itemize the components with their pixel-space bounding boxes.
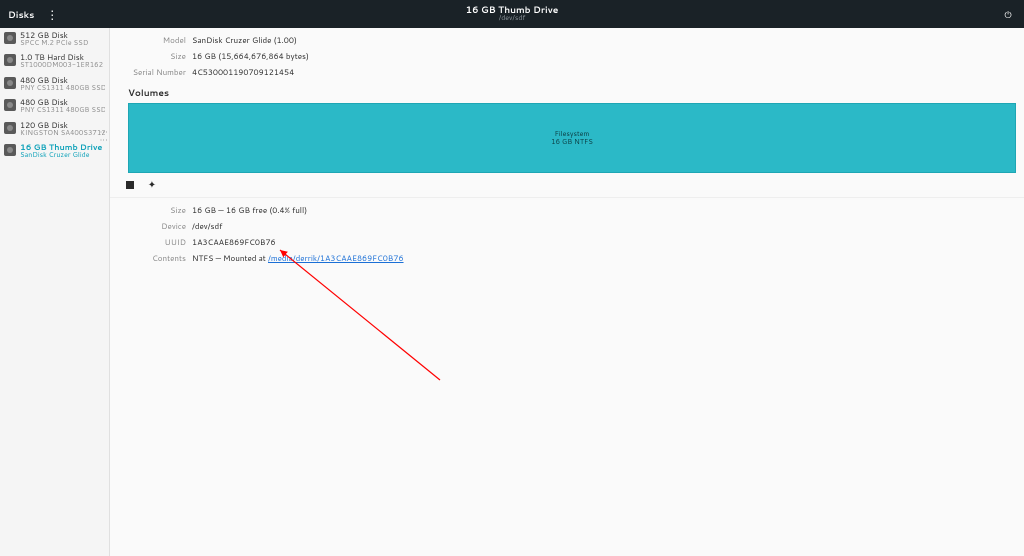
vol-device-label: Device xyxy=(128,220,192,232)
sidebar-resize-handle[interactable]: ⋮⋮ xyxy=(98,128,110,144)
disk-model: PNY CS1311 480GB SSD xyxy=(20,107,105,115)
vol-device-value: /dev/sdf xyxy=(192,220,222,232)
volume-subtitle: 16 GB NTFS xyxy=(551,138,593,146)
disk-item-5[interactable]: 16 GB Thumb DriveSanDisk Cruzer Glide xyxy=(0,140,109,162)
gear-icon: ✦ xyxy=(148,178,156,192)
disk-model: PNY CS1311 480GB SSD xyxy=(20,85,105,93)
serial-label: Serial Number xyxy=(128,66,192,78)
vol-uuid-value: 1A3CAAE869FC0B76 xyxy=(192,236,276,248)
disk-icon xyxy=(4,99,16,111)
disk-icon xyxy=(4,144,16,156)
vol-contents-value: NTFS — Mounted at /media/derrik/1A3CAAE8… xyxy=(192,252,404,264)
disk-icon xyxy=(4,32,16,44)
device-sidebar: 512 GB DiskSPCC M.2 PCIe SSD1.0 TB Hard … xyxy=(0,28,110,556)
volume-partition[interactable]: Filesystem 16 GB NTFS xyxy=(128,103,1016,173)
disk-icon xyxy=(4,77,16,89)
disk-icon xyxy=(4,122,16,134)
vol-size-value: 16 GB — 16 GB free (0.4% full) xyxy=(192,204,307,216)
drive-size-value: 16 GB (15,664,676,864 bytes) xyxy=(192,50,309,62)
volume-settings-button[interactable]: ✦ xyxy=(146,179,158,191)
contents-prefix: NTFS — Mounted at xyxy=(192,252,268,264)
serial-value: 4C530001190709121454 xyxy=(192,66,294,78)
disk-model: ST1000DM003-1ER162 xyxy=(20,62,103,70)
vol-contents-label: Contents xyxy=(128,252,192,264)
main-panel: Model SanDisk Cruzer Glide (1.00) Size 1… xyxy=(110,28,1024,556)
mount-point-link[interactable]: /media/derrik/1A3CAAE869FC0B76 xyxy=(268,252,404,264)
disk-icon xyxy=(4,54,16,66)
unmount-button[interactable] xyxy=(124,179,136,191)
drive-size-label: Size xyxy=(128,50,192,62)
disk-item-4[interactable]: 120 GB DiskKINGSTON SA400S37120G xyxy=(0,118,109,140)
header-title-block: 16 GB Thumb Drive /dev/sdf xyxy=(466,5,559,23)
app-name: Disks xyxy=(8,8,34,21)
disk-item-0[interactable]: 512 GB DiskSPCC M.2 PCIe SSD xyxy=(0,28,109,50)
stop-icon xyxy=(126,181,134,189)
header-bar: Disks ⋮ 16 GB Thumb Drive /dev/sdf ⏻ xyxy=(0,0,1024,28)
model-label: Model xyxy=(128,34,192,46)
hamburger-menu-button[interactable]: ⋮ xyxy=(46,6,58,23)
volumes-header: Volumes xyxy=(128,86,1016,99)
disk-item-2[interactable]: 480 GB DiskPNY CS1311 480GB SSD xyxy=(0,73,109,95)
disk-item-1[interactable]: 1.0 TB Hard DiskST1000DM003-1ER162 xyxy=(0,50,109,72)
disk-model: SPCC M.2 PCIe SSD xyxy=(20,40,88,48)
vol-uuid-label: UUID xyxy=(128,236,192,248)
vol-size-label: Size xyxy=(128,204,192,216)
volume-toolbar: ✦ xyxy=(110,173,1024,198)
disk-model: SanDisk Cruzer Glide xyxy=(20,152,102,160)
disk-model: KINGSTON SA400S37120G xyxy=(20,130,105,138)
model-value: SanDisk Cruzer Glide (1.00) xyxy=(192,34,297,46)
disk-item-3[interactable]: 480 GB DiskPNY CS1311 480GB SSD xyxy=(0,95,109,117)
power-icon[interactable]: ⏻ xyxy=(1000,8,1016,21)
header-subtitle: /dev/sdf xyxy=(466,15,559,23)
